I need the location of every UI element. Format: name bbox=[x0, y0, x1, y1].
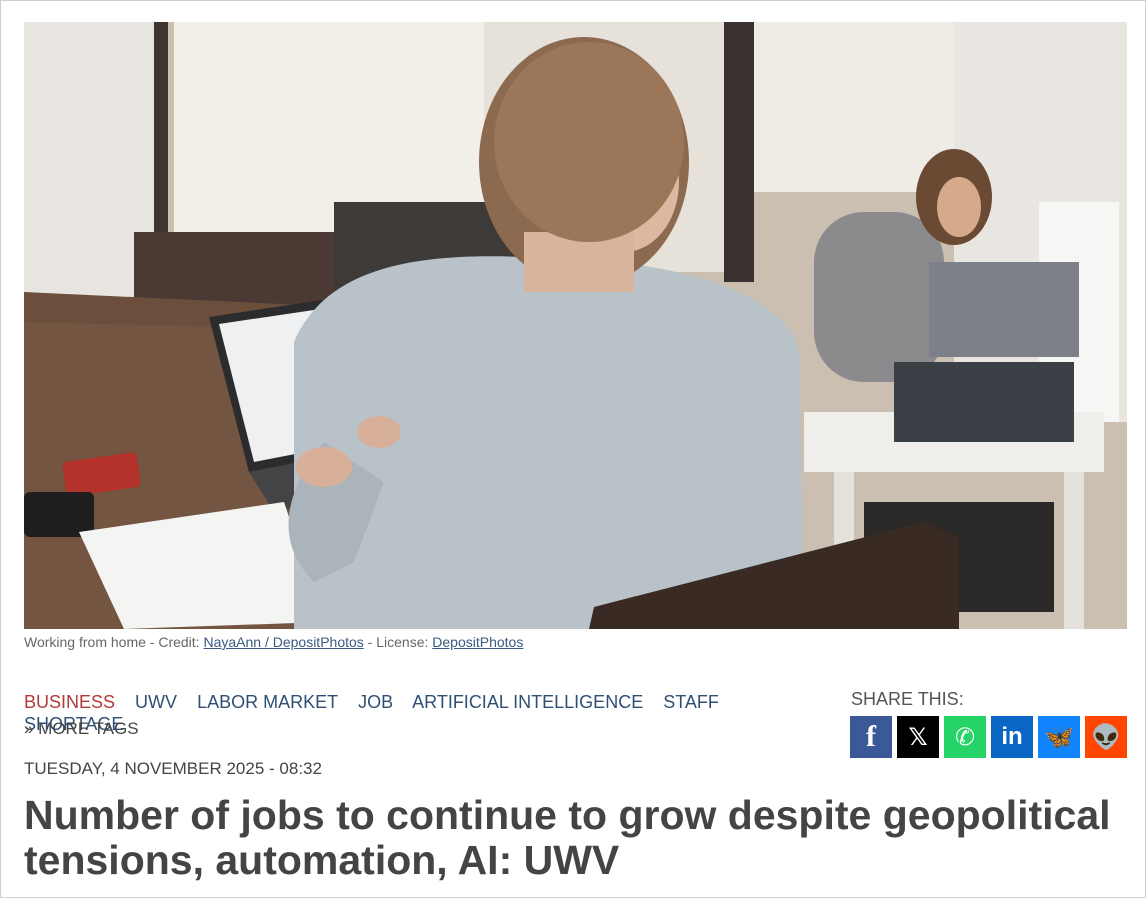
tag-business[interactable]: BUSINESS bbox=[24, 692, 115, 712]
caption-middle: - License: bbox=[363, 634, 433, 650]
photo-caption: Working from home - Credit: NayaAnn / De… bbox=[24, 634, 523, 650]
tag-job[interactable]: JOB bbox=[358, 692, 393, 712]
photo-illustration bbox=[24, 22, 1127, 629]
x-icon: 𝕏 bbox=[908, 723, 928, 751]
reddit-share-button[interactable]: 👽 bbox=[1085, 716, 1127, 758]
facebook-icon: f bbox=[866, 720, 876, 753]
tag-uwv[interactable]: UWV bbox=[135, 692, 177, 712]
share-buttons: f 𝕏 ✆ in 🦋 👽 bbox=[850, 716, 1127, 758]
caption-prefix: Working from home - Credit: bbox=[24, 634, 204, 650]
bluesky-icon: 🦋 bbox=[1044, 723, 1074, 751]
article-photo bbox=[24, 22, 1127, 629]
publish-date: TUESDAY, 4 NOVEMBER 2025 - 08:32 bbox=[24, 759, 322, 778]
credit-link[interactable]: NayaAnn / DepositPhotos bbox=[203, 634, 363, 650]
linkedin-icon: in bbox=[1001, 723, 1023, 750]
share-label: SHARE THIS: bbox=[851, 689, 964, 709]
tag-list: BUSINESS UWV LABOR MARKET JOB ARTIFICIAL… bbox=[24, 691, 824, 735]
article-headline: Number of jobs to continue to grow despi… bbox=[24, 792, 1111, 883]
whatsapp-icon: ✆ bbox=[954, 723, 976, 751]
license-link[interactable]: DepositPhotos bbox=[432, 634, 523, 650]
x-share-button[interactable]: 𝕏 bbox=[897, 716, 939, 758]
tag-artificial-intelligence[interactable]: ARTIFICIAL INTELLIGENCE bbox=[412, 692, 643, 712]
tag-labor-market[interactable]: LABOR MARKET bbox=[197, 692, 338, 712]
whatsapp-share-button[interactable]: ✆ bbox=[944, 716, 986, 758]
facebook-share-button[interactable]: f bbox=[850, 716, 892, 758]
reddit-icon: 👽 bbox=[1091, 723, 1121, 751]
more-tags-link[interactable]: » MORE TAGS bbox=[24, 719, 139, 739]
linkedin-share-button[interactable]: in bbox=[991, 716, 1033, 758]
bluesky-share-button[interactable]: 🦋 bbox=[1038, 716, 1080, 758]
article-frame: Working from home - Credit: NayaAnn / De… bbox=[0, 0, 1146, 898]
